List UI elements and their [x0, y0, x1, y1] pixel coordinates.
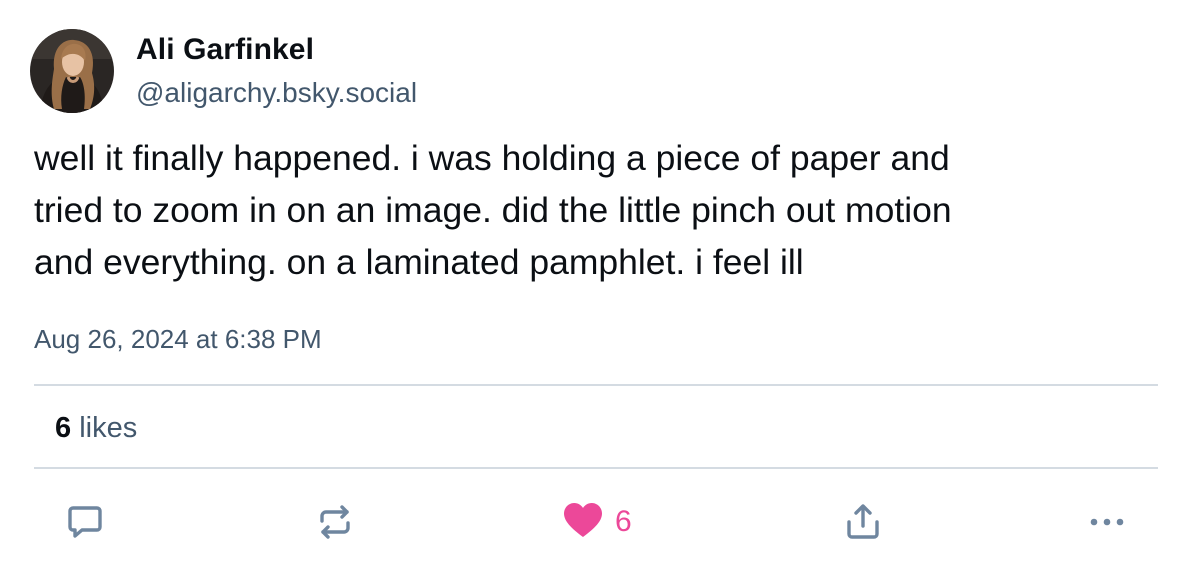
likes-summary-link[interactable]: 6 likes [55, 410, 137, 446]
speech-bubble-icon [68, 506, 102, 538]
post-text: well it finally happened. i was holding … [34, 138, 952, 282]
repost-arrows-icon [320, 505, 350, 539]
reply-button[interactable] [65, 500, 105, 544]
like-button[interactable]: 6 [563, 500, 632, 544]
likes-label: likes [79, 412, 138, 444]
divider [34, 467, 1158, 469]
share-upload-icon [847, 504, 879, 539]
divider [34, 384, 1158, 386]
post-timestamp: Aug 26, 2024 at 6:38 PM [34, 324, 322, 354]
avatar-photo-icon [30, 29, 114, 113]
author-handle[interactable]: @aligarchy.bsky.social [136, 76, 417, 110]
share-button[interactable] [843, 500, 883, 544]
ellipsis-icon [1090, 518, 1124, 526]
post-card: Ali Garfinkel @aligarchy.bsky.social wel… [0, 0, 1192, 570]
likes-count: 6 [55, 412, 72, 444]
heart-icon [564, 503, 602, 537]
repost-button[interactable] [315, 500, 355, 544]
like-count: 6 [615, 505, 632, 538]
more-options-button[interactable] [1087, 500, 1127, 544]
author-display-name[interactable]: Ali Garfinkel [136, 32, 314, 68]
avatar[interactable] [30, 29, 114, 113]
